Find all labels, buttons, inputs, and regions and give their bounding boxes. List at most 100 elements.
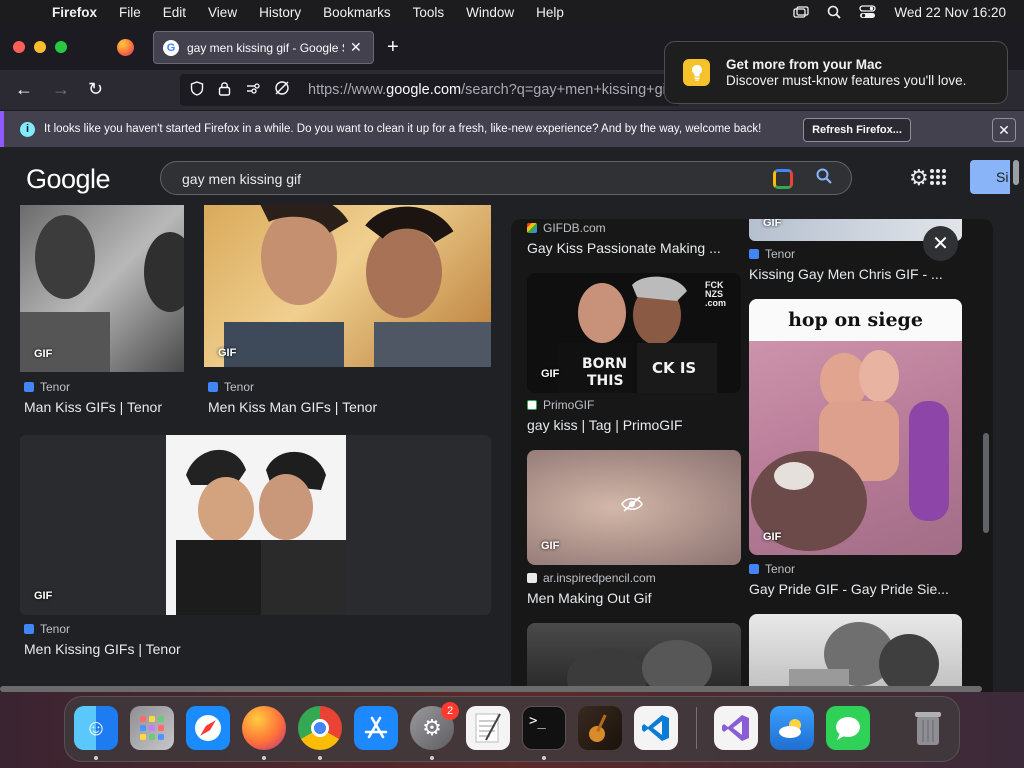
search-input[interactable]: gay men kissing gif	[182, 171, 301, 187]
hidden-eye-icon	[621, 496, 643, 517]
visual-studio-icon[interactable]	[714, 706, 758, 750]
url-text[interactable]: https://www.google.com/search?q=gay+men+…	[308, 82, 680, 98]
result-source[interactable]: Tenor	[749, 562, 795, 576]
new-tab-icon[interactable]: +	[387, 36, 399, 59]
window-zoom-button[interactable]	[55, 41, 67, 53]
settings-gear-icon[interactable]: ⚙	[909, 165, 929, 191]
panel-scrollbar[interactable]	[983, 433, 989, 533]
vscode-icon[interactable]	[634, 706, 678, 750]
weather-icon[interactable]	[770, 706, 814, 750]
textedit-icon[interactable]	[466, 706, 510, 750]
window-close-button[interactable]	[13, 41, 25, 53]
gif-badge: GIF	[541, 368, 560, 380]
google-images-page: GIF GIF Tenor Man Kiss GIFs | Tenor Teno…	[0, 147, 1024, 692]
result-caption[interactable]: gay kiss | Tag | PrimoGIF	[527, 417, 737, 433]
result-source[interactable]: PrimoGIF	[527, 398, 594, 412]
tenor-favicon-icon	[24, 624, 34, 634]
menu-tools[interactable]: Tools	[413, 5, 445, 20]
running-indicator	[542, 756, 546, 760]
tab-title: gay men kissing gif - Google Se	[187, 40, 344, 55]
finder-icon[interactable]: ☺	[74, 706, 118, 750]
search-box[interactable]: gay men kissing gif	[160, 161, 852, 195]
menu-app-firefox[interactable]: Firefox	[52, 5, 97, 20]
result-image-bw-kiss[interactable]	[749, 614, 962, 692]
tenor-favicon-icon	[749, 564, 759, 574]
result-caption[interactable]: Gay Kiss Passionate Making ...	[527, 240, 727, 256]
gif-badge: GIF	[218, 347, 237, 359]
control-center-icon[interactable]	[859, 5, 877, 19]
gif-badge: GIF	[541, 540, 560, 552]
menu-edit[interactable]: Edit	[163, 5, 186, 20]
result-image-dark[interactable]	[527, 623, 741, 692]
refresh-firefox-button[interactable]: Refresh Firefox...	[803, 118, 911, 142]
menu-view[interactable]: View	[208, 5, 237, 20]
info-icon: i	[20, 121, 35, 137]
permissions-icon[interactable]	[246, 82, 264, 99]
trash-icon[interactable]	[906, 706, 950, 750]
google-apps-icon[interactable]	[930, 169, 946, 185]
tab-close-icon[interactable]: ✕	[350, 39, 362, 56]
result-source[interactable]: Tenor	[208, 380, 254, 394]
close-preview-icon[interactable]: ✕	[923, 226, 958, 261]
menu-bookmarks[interactable]: Bookmarks	[323, 5, 391, 20]
running-indicator	[262, 756, 266, 760]
result-caption[interactable]: Men Kissing GIFs | Tenor	[24, 641, 304, 657]
menu-help[interactable]: Help	[536, 5, 564, 20]
menu-window[interactable]: Window	[466, 5, 514, 20]
infobar-message: It looks like you haven't started Firefo…	[44, 123, 762, 135]
result-caption[interactable]: Gay Pride GIF - Gay Pride Sie...	[749, 581, 959, 597]
result-caption[interactable]: Kissing Gay Men Chris GIF - ...	[749, 266, 959, 282]
result-image-man-kiss[interactable]: GIF	[20, 202, 184, 372]
google-favicon-icon: G	[163, 39, 179, 56]
infobar-close-icon[interactable]: ✕	[992, 118, 1016, 142]
meme-caption: hop on siege	[749, 299, 962, 341]
macos-tips-notification[interactable]: Get more from your Mac Discover must-kno…	[664, 41, 1008, 104]
window-minimize-button[interactable]	[34, 41, 46, 53]
screen-mirroring-icon[interactable]	[793, 5, 810, 19]
result-source[interactable]: Tenor	[24, 380, 70, 394]
result-caption[interactable]: Man Kiss GIFs | Tenor	[24, 399, 194, 415]
result-image-hop-on-siege[interactable]: hop on siege GIF	[749, 299, 962, 555]
menu-file[interactable]: File	[119, 5, 141, 20]
page-scrollbar[interactable]	[1013, 160, 1019, 185]
result-caption[interactable]: Men Making Out Gif	[527, 590, 737, 606]
tab-google-search[interactable]: G gay men kissing gif - Google Se ✕	[153, 31, 374, 64]
result-image-men-kissing[interactable]: GIF	[20, 435, 491, 615]
google-lens-icon[interactable]	[773, 169, 793, 189]
autoplay-blocked-icon[interactable]	[274, 80, 292, 100]
gif-badge: GIF	[34, 590, 53, 602]
search-icon[interactable]	[816, 168, 832, 189]
running-indicator	[430, 756, 434, 760]
chrome-icon[interactable]	[298, 706, 342, 750]
result-image-primogif[interactable]: BORN THIS CK IS FCK NZS .com GIF	[527, 273, 741, 393]
forward-arrow-icon[interactable]: →	[52, 79, 70, 100]
google-logo[interactable]: Google	[26, 164, 111, 195]
terminal-icon[interactable]: >_	[522, 706, 566, 750]
result-image-men-kiss-man[interactable]: GIF	[204, 202, 491, 367]
tracking-protection-shield-icon[interactable]	[190, 80, 208, 100]
padlock-icon[interactable]	[218, 81, 236, 100]
result-source[interactable]: ar.inspiredpencil.com	[527, 571, 656, 585]
app-store-icon[interactable]	[354, 706, 398, 750]
result-image-blurred[interactable]: GIF	[527, 450, 741, 565]
safari-icon[interactable]	[186, 706, 230, 750]
url-bar[interactable]: https://www.google.com/search?q=gay+men+…	[180, 74, 680, 106]
back-arrow-icon[interactable]: ←	[15, 79, 33, 100]
result-source[interactable]: Tenor	[749, 247, 795, 261]
running-indicator	[318, 756, 322, 760]
sign-in-button[interactable]: Si	[970, 160, 1010, 194]
menubar-clock[interactable]: Wed 22 Nov 16:20	[894, 5, 1006, 20]
result-caption[interactable]: Men Kiss Man GIFs | Tenor	[208, 399, 488, 415]
firefox-view-icon[interactable]	[117, 39, 134, 56]
spotlight-search-icon[interactable]	[827, 5, 842, 19]
result-source[interactable]: Tenor	[24, 622, 70, 636]
result-source[interactable]: GIFDB.com	[527, 221, 606, 235]
launchpad-icon[interactable]	[130, 706, 174, 750]
image-favicon-icon	[527, 573, 537, 583]
garageband-icon[interactable]	[578, 706, 622, 750]
firefox-icon[interactable]	[242, 706, 286, 750]
messages-icon[interactable]	[826, 706, 870, 750]
menu-history[interactable]: History	[259, 5, 301, 20]
reload-icon[interactable]: ↻	[88, 79, 103, 100]
svg-text:CK IS: CK IS	[652, 359, 696, 377]
